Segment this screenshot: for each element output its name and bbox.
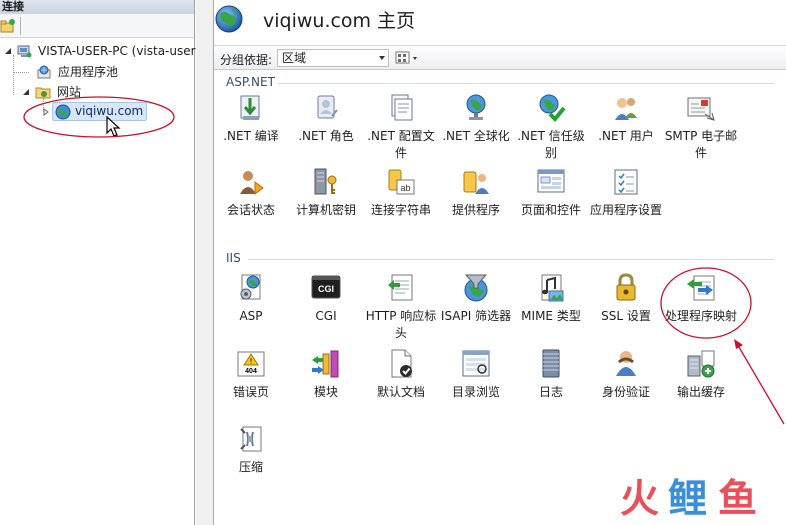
collapse-arrow-icon[interactable] [4, 47, 12, 55]
feature-label: CGI [315, 309, 337, 323]
authentication-icon [616, 351, 636, 376]
main-pane: viqiwu.com 主页 分组依据: 区域 ASP.NET IIS .NET … [214, 0, 786, 525]
feature-label: SSL 设置 [601, 309, 651, 323]
modules-icon [312, 350, 339, 378]
feature-label: .NET 编译 [223, 129, 279, 143]
expand-arrow-icon[interactable] [42, 108, 50, 116]
feature-label: 页面和控件 [520, 203, 581, 217]
app-pool-icon [37, 65, 51, 79]
cgi-icon: CGI [311, 275, 341, 299]
server-icon [17, 45, 32, 58]
feature-label: 输出缓存 [676, 385, 725, 399]
pane-splitter[interactable] [196, 0, 214, 525]
watermark-logo: 火 鲤 鱼 [620, 477, 770, 522]
connections-header: 连接 [0, 0, 194, 14]
feature-label: .NET 全球化 [442, 129, 510, 143]
feature-label: ASP [239, 309, 263, 323]
group-by-label: 分组依据: [220, 53, 273, 67]
feature-label: .NET 信任级别 [517, 129, 585, 160]
page-title: viqiwu.com 主页 [263, 10, 416, 32]
feature-label: SMTP 电子邮件 [664, 129, 738, 160]
feature-label: 日志 [538, 385, 563, 399]
feature-label: 模块 [313, 385, 338, 399]
feature-label: 目录浏览 [451, 385, 500, 399]
watermark-char: 火 [620, 477, 660, 522]
machine-key-icon [314, 168, 337, 195]
error-pages-icon: ! 404 [237, 351, 265, 377]
connections-pane: 连接 VISTA-USER-PC (vista-user 应用程序池 网站 vi… [0, 0, 196, 525]
asp-icon [240, 274, 261, 300]
sites-label: 网站 [57, 85, 82, 99]
ssl-settings-icon [616, 273, 636, 301]
globe-icon [55, 104, 71, 120]
section-divider [248, 259, 774, 260]
iis-manager-window: 连接 VISTA-USER-PC (vista-user 应用程序池 网站 vi… [0, 0, 786, 525]
app-pools-label: 应用程序池 [58, 65, 119, 79]
svg-text:!: ! [250, 357, 252, 366]
dropdown-arrow-icon [379, 56, 385, 60]
providers-icon [463, 171, 489, 194]
feature-label: 默认文档 [376, 385, 425, 399]
feature-label: .NET 角色 [298, 129, 354, 143]
annotation-arrow [734, 339, 785, 425]
dotnet-globalization-icon [466, 94, 486, 120]
dotnet-compilation-icon [240, 95, 260, 120]
svg-text:ab: ab [400, 183, 410, 193]
feature-label: HTTP 响应标头 [365, 309, 437, 340]
output-caching-icon [687, 350, 715, 378]
server-label: VISTA-USER-PC (vista-user [38, 44, 196, 58]
filter-bar: 分组依据: 区域 [214, 45, 786, 70]
page-header: viqiwu.com 主页 [214, 0, 786, 44]
feature-label: 身份验证 [601, 385, 650, 399]
feature-label: 压缩 [238, 460, 263, 474]
feature-label: .NET 配置文件 [367, 129, 435, 160]
group-by-value: 区域 [282, 51, 307, 65]
mime-types-icon [541, 274, 564, 302]
feature-label: 提供程序 [451, 203, 500, 217]
feature-label: 连接字符串 [370, 203, 431, 217]
feature-label: 计算机密钥 [295, 203, 356, 217]
site-globe-icon [215, 5, 243, 33]
section-divider [278, 83, 774, 84]
compression-icon [240, 426, 262, 452]
dotnet-users-icon [615, 98, 637, 120]
pages-controls-icon [537, 169, 565, 193]
new-connection-icon[interactable] [0, 18, 16, 34]
handler-mappings-icon [687, 275, 715, 301]
dotnet-config-icon [391, 94, 413, 121]
selected-site-label: viqiwu.com [75, 104, 144, 118]
connection-strings-icon: ab [388, 169, 415, 195]
section-title-iis: IIS [226, 251, 241, 265]
connections-toolbar [0, 14, 194, 38]
feature-label: ISAPI 筛选器 [440, 309, 512, 323]
sites-folder-icon [35, 87, 51, 99]
feature-label: 应用程序设置 [589, 203, 662, 217]
icon-badge-text: 404 [245, 368, 257, 375]
view-mode-icon[interactable] [395, 49, 421, 67]
session-state-icon [240, 171, 264, 195]
dotnet-trust-icon [539, 94, 566, 122]
section-title-aspnet: ASP.NET [226, 75, 275, 89]
logging-icon [542, 349, 560, 378]
http-headers-icon [388, 274, 413, 301]
icon-badge-text: CGI [318, 284, 334, 294]
collapse-arrow-icon[interactable] [22, 88, 30, 96]
app-settings-icon [614, 169, 638, 195]
feature-label: 会话状态 [226, 203, 275, 217]
watermark-char: 鱼 [718, 477, 758, 522]
toolbar-separator [20, 17, 21, 35]
isapi-filters-icon [464, 274, 488, 302]
feature-label: .NET 用户 [598, 129, 654, 143]
group-by-select[interactable]: 区域 [277, 49, 389, 67]
dotnet-roles-icon [317, 95, 338, 119]
feature-label: MIME 类型 [521, 309, 581, 323]
directory-browsing-icon [462, 350, 490, 377]
feature-label: 错误页 [232, 385, 269, 399]
feature-label: 处理程序映射 [664, 309, 737, 323]
watermark-char: 鲤 [668, 477, 708, 522]
tree-line [13, 72, 29, 73]
tree-line [13, 55, 14, 95]
default-document-icon [391, 349, 412, 378]
smtp-email-icon [687, 97, 715, 121]
